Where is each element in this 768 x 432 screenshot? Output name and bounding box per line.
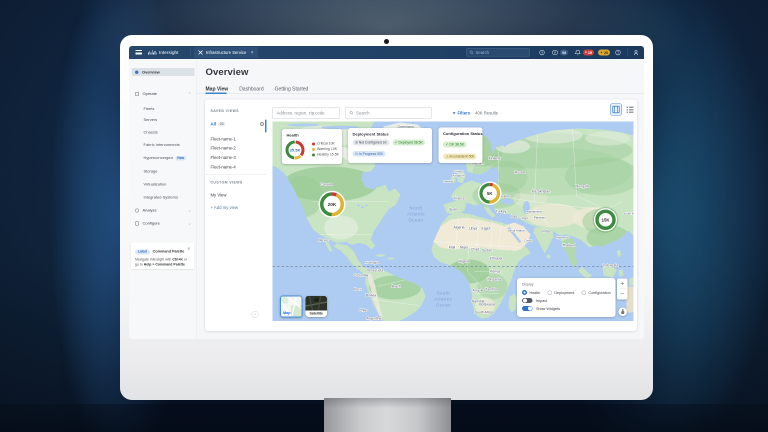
svg-text:Egypt: Egypt	[482, 226, 491, 230]
svg-text:Iran: Iran	[522, 216, 528, 220]
svg-text:Atlantic: Atlantic	[435, 296, 453, 301]
svg-text:Argentina: Argentina	[367, 316, 382, 320]
svg-text:Ocean: Ocean	[436, 302, 451, 307]
svg-text:Pakistan: Pakistan	[534, 215, 546, 219]
svg-text:Myanmar: Myanmar	[556, 235, 569, 239]
svg-text:Ireland: Ireland	[444, 179, 454, 183]
svg-text:Turkey: Turkey	[496, 209, 507, 213]
svg-text:Iraq: Iraq	[511, 214, 517, 218]
svg-text:5K: 5K	[487, 190, 493, 195]
svg-text:Russia: Russia	[515, 170, 526, 174]
svg-text:Peru: Peru	[354, 287, 361, 291]
svg-text:Kingdom: Kingdom	[453, 173, 465, 177]
svg-text:20K: 20K	[328, 201, 337, 207]
svg-text:15K: 15K	[602, 217, 611, 222]
svg-text:France: France	[454, 196, 465, 200]
svg-text:South K: South K	[623, 211, 633, 215]
svg-text:Mexico: Mexico	[318, 238, 329, 242]
svg-text:Saudi Arabia: Saudi Arabia	[507, 228, 524, 232]
svg-text:Botswana: Botswana	[479, 302, 494, 306]
svg-text:Spain: Spain	[449, 207, 458, 211]
svg-text:Sudan: Sudan	[482, 248, 492, 252]
svg-text:Nicaragua: Nicaragua	[365, 260, 379, 264]
svg-text:Atlantic: Atlantic	[407, 211, 425, 216]
svg-text:Chad: Chad	[471, 247, 479, 251]
svg-text:Brazil: Brazil	[392, 284, 401, 288]
svg-text:Afghanistan: Afghanistan	[527, 209, 543, 213]
svg-text:Colombia: Colombia	[354, 273, 369, 277]
svg-text:Mongolia: Mongolia	[575, 184, 589, 188]
svg-text:Thailand: Thailand	[562, 243, 575, 247]
svg-text:Kenya: Kenya	[490, 269, 500, 273]
svg-text:Ethiopia: Ethiopia	[490, 256, 503, 260]
svg-text:Algeria: Algeria	[454, 225, 465, 229]
svg-text:Ocean: Ocean	[408, 217, 423, 222]
svg-text:Niger: Niger	[460, 245, 469, 249]
svg-text:Kazakhstan: Kazakhstan	[532, 189, 550, 193]
svg-text:Finland: Finland	[489, 156, 501, 160]
svg-text:Venezuela: Venezuela	[367, 268, 383, 272]
svg-text:Tanzania: Tanzania	[487, 277, 501, 281]
svg-text:Mali: Mali	[449, 245, 456, 249]
svg-text:South Africa: South Africa	[475, 310, 494, 314]
svg-text:Bolivia: Bolivia	[366, 293, 376, 297]
svg-text:?: ?	[617, 50, 619, 54]
svg-text:Chile: Chile	[359, 308, 367, 312]
svg-text:Zambia: Zambia	[485, 287, 497, 291]
svg-text:Indonesia: Indonesia	[603, 263, 618, 267]
svg-text:Canada: Canada	[320, 182, 332, 186]
svg-text:South: South	[437, 290, 451, 295]
svg-text:Oman: Oman	[524, 238, 533, 242]
svg-text:North: North	[410, 205, 423, 210]
svg-text:India: India	[542, 229, 550, 233]
svg-text:Angola: Angola	[473, 288, 484, 292]
svg-text:35.5K: 35.5K	[290, 147, 301, 152]
svg-text:Libya: Libya	[469, 226, 477, 230]
svg-text:Nigeria: Nigeria	[458, 259, 469, 263]
svg-text:United: United	[454, 169, 463, 173]
